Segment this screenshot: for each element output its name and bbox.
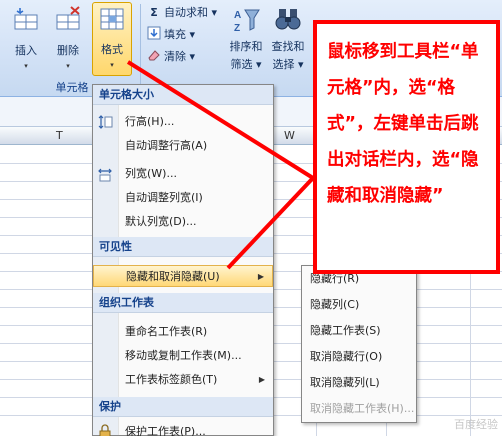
submenu-item-unhide-rows[interactable]: 取消隐藏行(O) xyxy=(302,346,416,368)
sort-filter-label-2-text: 筛选 xyxy=(230,58,253,71)
chevron-down-icon: ▾ xyxy=(297,58,304,71)
menu-item-protect-sheet-label: 保护工作表(P)... xyxy=(125,425,206,436)
row-height-icon xyxy=(98,115,113,129)
autosum-button[interactable]: Σ 自动求和 ▾ xyxy=(147,4,217,22)
format-cells-icon xyxy=(100,8,124,30)
menu-item-autofit-row-label: 自动调整行高(A) xyxy=(125,139,208,152)
submenu-arrow-icon: ▶ xyxy=(258,375,265,384)
menu-item-hide-unhide[interactable]: 隐藏和取消隐藏(U) ▶ xyxy=(93,265,273,287)
group-separator xyxy=(140,4,141,92)
menu-item-column-width-label: 列宽(W)... xyxy=(125,167,177,180)
chevron-down-icon: ▾ xyxy=(189,50,196,63)
svg-text:Z: Z xyxy=(234,23,240,34)
menu-item-row-height[interactable]: 行高(H)... xyxy=(93,111,273,133)
find-select-label-2-text: 选择 xyxy=(272,58,295,71)
eraser-icon xyxy=(148,50,160,61)
binoculars-icon xyxy=(275,9,301,30)
delete-button[interactable]: 删除 ▾ xyxy=(48,4,88,74)
menu-item-rename-sheet[interactable]: 重命名工作表(R) xyxy=(93,321,273,343)
submenu-arrow-icon: ▶ xyxy=(257,272,264,281)
column-header-w[interactable]: W xyxy=(284,129,295,142)
sigma-icon: Σ xyxy=(150,6,158,19)
column-header-t[interactable]: T xyxy=(56,129,63,142)
sort-filter-icon: A Z xyxy=(234,9,260,34)
menu-item-move-copy-sheet-label: 移动或复制工作表(M)... xyxy=(125,349,242,362)
section-cell-size: 单元格大小 xyxy=(93,85,273,105)
menu-item-autofit-row[interactable]: 自动调整行高(A) xyxy=(93,135,273,157)
section-protect: 保护 xyxy=(93,397,273,417)
fill-down-icon xyxy=(147,26,161,40)
chevron-down-icon: ▾ xyxy=(189,28,196,41)
submenu-item-unhide-columns[interactable]: 取消隐藏列(L) xyxy=(302,372,416,394)
autosum-label: 自动求和 xyxy=(164,6,208,19)
chevron-down-icon: ▾ xyxy=(66,62,70,70)
column-width-icon xyxy=(98,168,112,182)
clear-button[interactable]: 清除 ▾ xyxy=(147,48,195,66)
find-select-label-1: 查找和 xyxy=(271,40,305,53)
delete-cells-icon xyxy=(56,6,80,30)
chevron-down-icon: ▾ xyxy=(255,58,262,71)
menu-item-autofit-column-label: 自动调整列宽(I) xyxy=(125,191,203,204)
submenu-item-unhide-sheet: 取消隐藏工作表(H)... xyxy=(310,402,415,415)
chevron-down-icon: ▾ xyxy=(24,62,28,70)
format-dropdown-menu: 单元格大小 行高(H)... 自动调整行高(A) 列宽(W)... 自动调整列宽… xyxy=(92,84,274,436)
menu-item-tab-color-label: 工作表标签颜色(T) xyxy=(125,373,218,386)
menu-item-rename-sheet-label: 重命名工作表(R) xyxy=(125,325,208,338)
submenu-item-hide-columns[interactable]: 隐藏列(C) xyxy=(302,294,416,316)
chevron-down-icon: ▾ xyxy=(110,61,114,69)
menu-item-autofit-column[interactable]: 自动调整列宽(I) xyxy=(93,187,273,209)
menu-item-column-width[interactable]: 列宽(W)... xyxy=(93,163,273,185)
section-visibility: 可见性 xyxy=(93,237,273,257)
find-select-button[interactable]: 查找和 选择 ▾ xyxy=(268,4,308,74)
chevron-down-icon: ▾ xyxy=(211,6,218,19)
menu-item-hide-unhide-label: 隐藏和取消隐藏(U) xyxy=(126,270,220,283)
svg-text:A: A xyxy=(234,10,241,21)
format-label: 格式 xyxy=(101,43,123,56)
annotation-callout: 鼠标移到工具栏“单元格”内，选“格式”，左键单击后跳出对话栏内，选“隐藏和取消隐… xyxy=(313,20,500,274)
submenu-item-hide-sheet[interactable]: 隐藏工作表(S) xyxy=(302,320,416,342)
find-select-label-2: 选择 ▾ xyxy=(268,56,308,72)
hide-unhide-submenu: 隐藏行(R) 隐藏列(C) 隐藏工作表(S) 取消隐藏行(O) 取消隐藏列(L)… xyxy=(301,265,417,423)
fill-label: 填充 xyxy=(164,28,186,41)
delete-label: 删除 xyxy=(57,44,79,57)
clear-label: 清除 xyxy=(164,50,186,63)
menu-item-row-height-label: 行高(H)... xyxy=(125,115,175,128)
sort-filter-label-2: 筛选 ▾ xyxy=(226,56,266,72)
format-button[interactable]: 格式 ▾ xyxy=(92,2,132,76)
menu-item-protect-sheet[interactable]: 保护工作表(P)... xyxy=(93,421,273,436)
menu-item-move-copy-sheet[interactable]: 移动或复制工作表(M)... xyxy=(93,345,273,367)
watermark: 百度经验 xyxy=(454,418,498,431)
insert-button[interactable]: 插入 ▾ xyxy=(6,4,46,74)
menu-item-tab-color[interactable]: 工作表标签颜色(T) ▶ xyxy=(93,369,273,391)
sort-filter-button[interactable]: A Z 排序和 筛选 ▾ xyxy=(226,4,266,74)
menu-item-default-width[interactable]: 默认列宽(D)... xyxy=(93,211,273,233)
menu-item-default-width-label: 默认列宽(D)... xyxy=(125,215,197,228)
sort-filter-label-1: 排序和 xyxy=(229,40,263,53)
insert-cells-icon xyxy=(14,8,38,30)
lock-icon xyxy=(99,424,111,436)
fill-button[interactable]: 填充 ▾ xyxy=(147,26,195,44)
insert-label: 插入 xyxy=(15,44,37,57)
section-organize-sheets: 组织工作表 xyxy=(93,293,273,313)
